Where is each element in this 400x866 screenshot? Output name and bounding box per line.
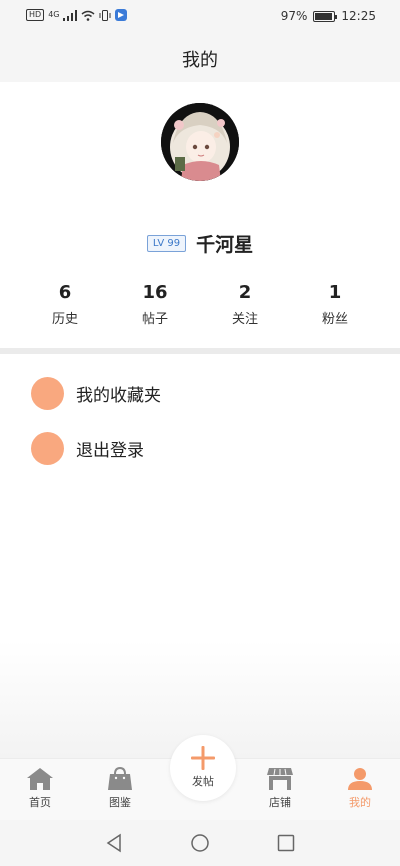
stat-label: 历史 (51, 312, 78, 327)
stat-history[interactable]: 6 历史 (20, 282, 110, 327)
tab-label: 店铺 (269, 796, 291, 809)
battery-level (315, 12, 333, 20)
tab-label: 图鉴 (109, 796, 131, 809)
stat-following[interactable]: 2 关注 (200, 282, 290, 327)
page-header: 我的 (0, 34, 400, 82)
person-icon (348, 768, 372, 790)
stat-value: 6 (58, 282, 72, 303)
level-badge: LV 99 (146, 235, 187, 252)
username: 千河星 (196, 234, 254, 256)
wifi-icon (82, 10, 95, 21)
page-title: 我的 (182, 50, 218, 71)
favorites-dot-icon (31, 376, 64, 410)
recents-icon[interactable] (276, 833, 296, 853)
tab-home[interactable]: 首页 (0, 767, 80, 810)
network-type: 4G (48, 10, 60, 19)
battery-icon (313, 10, 338, 22)
stat-value: 2 (238, 282, 252, 303)
stat-followers[interactable]: 1 粉丝 (290, 282, 380, 327)
clock: 12:25 (341, 9, 376, 23)
post-button[interactable]: 发帖 (170, 735, 236, 801)
signal-icon (63, 9, 78, 21)
home-icon (27, 768, 53, 790)
back-icon[interactable] (104, 833, 124, 853)
avatar-image (161, 103, 239, 181)
tab-label: 我的 (349, 796, 371, 809)
tab-store[interactable]: 店铺 (240, 767, 320, 810)
tab-label: 首页 (29, 796, 51, 809)
home-circle-icon[interactable] (190, 833, 210, 853)
stat-value: 1 (328, 282, 342, 303)
stat-value: 16 (142, 282, 168, 303)
stat-label: 帖子 (141, 312, 168, 327)
vibrate-icon (99, 9, 111, 21)
section-divider (0, 348, 400, 354)
post-button-label: 发帖 (192, 775, 214, 788)
avatar[interactable] (161, 103, 239, 181)
system-nav-bar (0, 820, 400, 866)
menu-item-favorites[interactable]: 我的收藏夹 (31, 376, 371, 410)
hd-indicator: HD (26, 9, 45, 21)
logout-dot-icon (31, 431, 64, 465)
menu-item-label: 退出登录 (76, 440, 144, 461)
user-info-row: LV 99 千河星 (0, 230, 400, 257)
app-notification-icon (115, 9, 128, 21)
status-icons-right: 97% 12:25 (281, 9, 376, 23)
battery-percent: 97% (280, 9, 308, 23)
storefront-icon (267, 768, 293, 790)
menu-item-label: 我的收藏夹 (76, 385, 161, 406)
shopping-bag-icon (108, 767, 132, 790)
stat-label: 关注 (231, 312, 258, 327)
stat-label: 粉丝 (321, 312, 348, 327)
tab-catalog[interactable]: 图鉴 (80, 767, 160, 810)
status-bar: HD 4G 97% 12:25 (0, 0, 400, 34)
menu-item-logout[interactable]: 退出登录 (31, 431, 371, 465)
status-icons-left: HD 4G (26, 9, 128, 21)
stat-posts[interactable]: 16 帖子 (110, 282, 200, 327)
profile-stats: 6 历史 16 帖子 2 关注 1 粉丝 (20, 282, 380, 327)
plus-icon (191, 746, 215, 770)
tab-mine[interactable]: 我的 (320, 767, 400, 810)
